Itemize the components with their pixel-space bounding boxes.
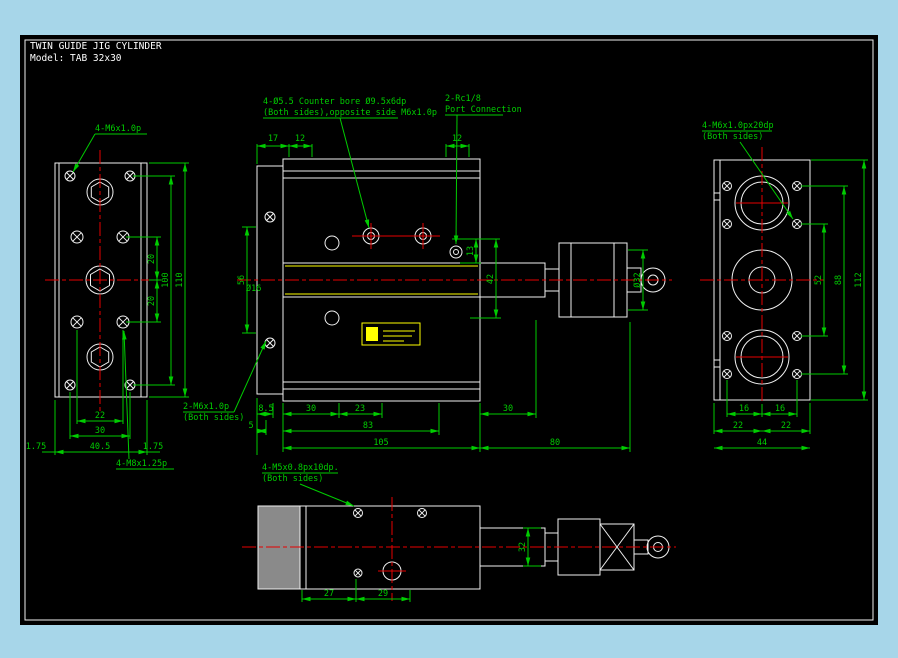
dim-label-42: 42 — [486, 274, 496, 284]
note-m8-holes: 4-M8x1.25p — [116, 459, 167, 469]
dim-label-20-upper: 20 — [147, 254, 157, 264]
dim-label-dia32: Ø32 — [632, 272, 643, 287]
dim-label-5: 5 — [248, 421, 253, 431]
drawing-title: TWIN GUIDE JIG CYLINDER — [30, 41, 162, 52]
dim-label-80: 80 — [550, 438, 560, 448]
dim-label-16-left: 16 — [739, 404, 749, 414]
dim-label-105: 105 — [373, 438, 388, 448]
dim-label-175-right: 1.75 — [143, 442, 163, 452]
drawing-canvas[interactable]: TWIN GUIDE JIG CYLINDER Model: TAB 32x30 — [0, 0, 898, 658]
dim-label-29: 29 — [378, 589, 388, 599]
dim-label-30: 30 — [95, 426, 105, 436]
dim-label-12-left: 12 — [295, 134, 305, 144]
dim-label-30-left: 30 — [306, 404, 316, 414]
note-side-m6-line2: (Both sides) — [702, 132, 763, 142]
note-m6-holes: 4-M6x1.0p — [95, 124, 141, 134]
dim-label-44: 44 — [757, 438, 767, 448]
dim-label-30-right: 30 — [503, 404, 513, 414]
note-m5-line2: (Both sides) — [262, 474, 323, 484]
dim-label-20-lower: 20 — [147, 296, 157, 306]
dim-label-52: 52 — [814, 275, 824, 285]
dim-label-32: 32 — [518, 542, 528, 552]
dim-label-22-left: 22 — [733, 421, 743, 431]
note-counterbore-line2: (Both sides),opposite side M6x1.0p — [263, 108, 437, 118]
dim-label-85: 8.5 — [258, 404, 273, 414]
dim-label-100: 100 — [161, 272, 171, 287]
note-counterbore-line1: 4-Ø5.5 Counter bore Ø9.5x6dp — [263, 96, 406, 107]
dim-label-27: 27 — [324, 589, 334, 599]
note-side-m6-line1: 4-M6x1.0px20dp — [702, 121, 774, 131]
dim-label-13: 13 — [466, 246, 476, 256]
dim-label-110: 110 — [175, 272, 185, 287]
note-port-line1: 2-Rc1/8 — [445, 94, 481, 104]
dim-label-83: 83 — [363, 421, 373, 431]
dim-label-22: 22 — [95, 411, 105, 421]
dim-label-22-right: 22 — [781, 421, 791, 431]
dim-label-175-left: 1.75 — [26, 442, 46, 452]
dim-label-12-right: 12 — [452, 134, 462, 144]
dim-label-16-right: 16 — [775, 404, 785, 414]
dim-label-dia16: Ø16 — [246, 283, 261, 294]
cad-viewer-window: TWIN GUIDE JIG CYLINDER Model: TAB 32x30 — [0, 0, 898, 658]
note-m6-line1: 2-M6x1.0p — [183, 402, 229, 412]
dim-label-405: 40.5 — [90, 442, 110, 452]
dim-label-112: 112 — [854, 272, 864, 287]
note-m5-line1: 4-M5x0.8px10dp. — [262, 463, 339, 473]
drawing-model: Model: TAB 32x30 — [30, 53, 122, 64]
dim-label-88: 88 — [834, 275, 844, 285]
dim-label-17: 17 — [268, 134, 278, 144]
note-m6-line2: (Both sides) — [183, 413, 244, 423]
dim-label-23: 23 — [355, 404, 365, 414]
note-port-line2: Port Connection — [445, 105, 522, 115]
